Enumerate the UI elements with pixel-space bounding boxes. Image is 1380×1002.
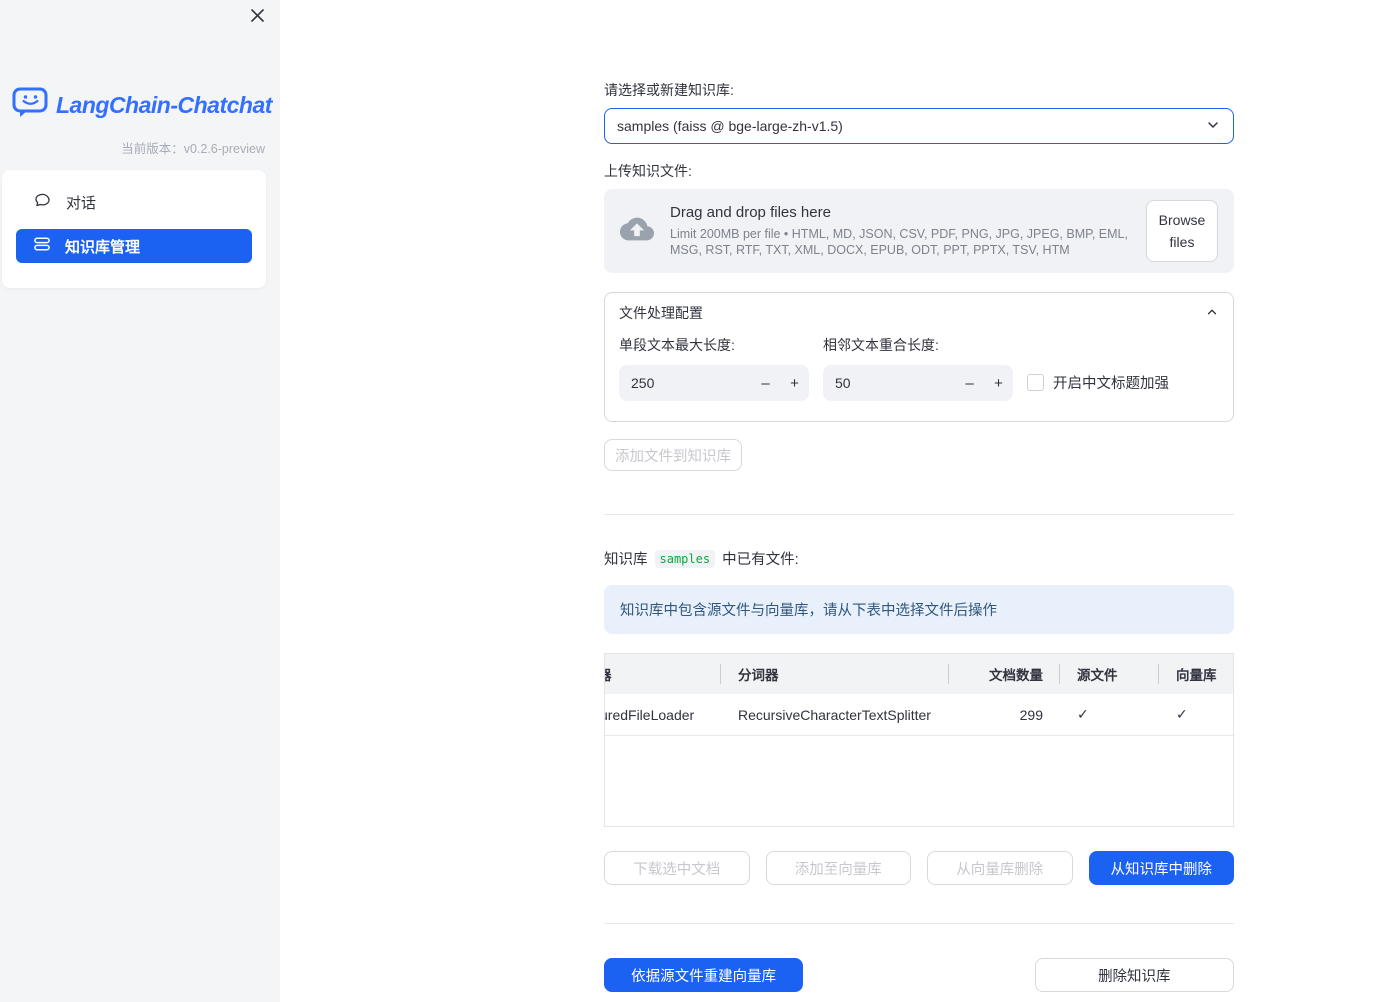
delete-from-kb-button[interactable]: 从知识库中删除 — [1088, 851, 1234, 885]
sidebar-item-knowledge-base[interactable]: 知识库管理 — [16, 229, 252, 263]
decrement-button[interactable]: – — [751, 365, 780, 401]
decrement-button[interactable]: – — [955, 365, 984, 401]
uploader-limit-text: Limit 200MB per file • HTML, MD, JSON, C… — [670, 226, 1128, 257]
chat-logo-icon — [12, 86, 49, 124]
chevron-down-icon — [1205, 117, 1221, 136]
download-selected-button[interactable]: 下载选中文档 — [604, 851, 750, 885]
kb-name-code: samples — [654, 549, 716, 568]
kb-select-label: 请选择或新建知识库: — [604, 82, 734, 98]
sidebar-item-dialogue[interactable]: 对话 — [16, 185, 252, 219]
divider — [604, 514, 1234, 515]
close-icon — [250, 8, 265, 28]
file-config-expander: 文件处理配置 单段文本最大长度: 250 – + 相邻文本重合长度: 50 – … — [604, 292, 1234, 422]
delete-kb-button[interactable]: 删除知识库 — [1034, 958, 1234, 992]
uploader-title: Drag and drop files here — [670, 203, 831, 221]
rebuild-vector-store-button[interactable]: 依据源文件重建向量库 — [604, 958, 804, 992]
overlap-size-input[interactable]: 50 – + — [823, 365, 1013, 401]
expander-header[interactable]: 文件处理配置 — [605, 293, 1233, 333]
table-header-row: 器 分词器 文档数量 源文件 向量库 — [605, 654, 1233, 694]
expander-body: 单段文本最大长度: 250 – + 相邻文本重合长度: 50 – + 开启中文标… — [605, 333, 1233, 421]
chat-bubble-icon — [33, 191, 52, 213]
kb-selectbox[interactable]: samples (faiss @ bge-large-zh-v1.5) — [604, 108, 1234, 144]
browse-files-button[interactable]: Browse files — [1146, 199, 1218, 263]
cell-source-check: ✓ — [1077, 706, 1089, 722]
table-header-doc-count: 文档数量 — [948, 654, 1059, 694]
info-banner: 知识库中包含源文件与向量库，请从下表中选择文件后操作 — [604, 585, 1234, 634]
kb-selectbox-value: samples (faiss @ bge-large-zh-v1.5) — [617, 118, 843, 134]
table-row[interactable]: uredFileLoader RecursiveCharacterTextSpl… — [605, 694, 1233, 736]
expander-title: 文件处理配置 — [619, 305, 703, 321]
app-window: LangChain-Chatchat 当前版本：v0.2.6-preview 对… — [0, 0, 1380, 1002]
table-header-splitter: 分词器 — [720, 654, 948, 694]
chevron-up-icon — [1205, 305, 1219, 322]
overlap-size-field: 相邻文本重合长度: 50 – + — [823, 335, 1013, 401]
sidebar-close-button[interactable] — [248, 9, 266, 27]
divider — [604, 923, 1234, 924]
files-line-suffix: 中已有文件: — [722, 552, 799, 568]
stack-icon — [33, 236, 51, 256]
overlap-size-label: 相邻文本重合长度: — [823, 337, 939, 353]
cell-splitter: RecursiveCharacterTextSplitter — [738, 706, 931, 723]
table-header-loader: 器 — [605, 654, 720, 694]
main-content: 请选择或新建知识库: samples (faiss @ bge-large-zh… — [604, 0, 1234, 992]
chunk-size-label: 单段文本最大长度: — [619, 337, 735, 353]
files-line-prefix: 知识库 — [604, 552, 648, 568]
cell-vector-check: ✓ — [1176, 706, 1188, 722]
app-logo: LangChain-Chatchat — [12, 86, 272, 124]
add-to-vector-store-button[interactable]: 添加至向量库 — [765, 851, 911, 885]
chunk-size-field: 单段文本最大长度: 250 – + — [619, 335, 809, 401]
sidebar: LangChain-Chatchat 当前版本：v0.2.6-preview 对… — [0, 0, 280, 1002]
version-text: 当前版本：v0.2.6-preview — [121, 142, 265, 156]
overlap-size-value[interactable]: 50 — [835, 375, 955, 391]
cloud-upload-icon — [620, 212, 654, 251]
cell-doc-count: 299 — [1019, 706, 1043, 723]
chunk-size-input[interactable]: 250 – + — [619, 365, 809, 401]
existing-files-line: 知识库 samples 中已有文件: — [604, 548, 1234, 569]
file-actions-row: 下载选中文档 添加至向量库 从向量库删除 从知识库中删除 — [604, 851, 1234, 885]
zh-title-enhance-checkbox[interactable] — [1027, 374, 1044, 391]
sidebar-item-label: 知识库管理 — [65, 238, 141, 256]
sidebar-item-label: 对话 — [66, 194, 97, 212]
uploader-label: 上传知识文件: — [604, 163, 692, 179]
uploader-texts: Drag and drop files here Limit 200MB per… — [670, 204, 1130, 259]
increment-button[interactable]: + — [984, 365, 1013, 401]
chunk-size-value[interactable]: 250 — [631, 375, 751, 391]
app-title: LangChain-Chatchat — [56, 91, 272, 118]
increment-button[interactable]: + — [780, 365, 809, 401]
table-header-source-file: 源文件 — [1059, 654, 1158, 694]
files-table[interactable]: 器 分词器 文档数量 源文件 向量库 uredFileLoader Recurs… — [604, 653, 1234, 827]
add-files-button[interactable]: 添加文件到知识库 — [604, 439, 742, 471]
zh-title-enhance-label: 开启中文标题加强 — [1053, 376, 1169, 392]
zh-title-enhance-field: 开启中文标题加强 — [1027, 364, 1219, 401]
sidebar-menu: 对话 知识库管理 — [2, 170, 266, 288]
file-dropzone[interactable]: Drag and drop files here Limit 200MB per… — [604, 189, 1234, 273]
table-header-vector-store: 向量库 — [1158, 654, 1233, 694]
cell-loader: uredFileLoader — [605, 706, 695, 723]
kb-actions-row: 依据源文件重建向量库 删除知识库 — [604, 958, 1234, 992]
delete-from-vector-store-button[interactable]: 从向量库删除 — [927, 851, 1073, 885]
